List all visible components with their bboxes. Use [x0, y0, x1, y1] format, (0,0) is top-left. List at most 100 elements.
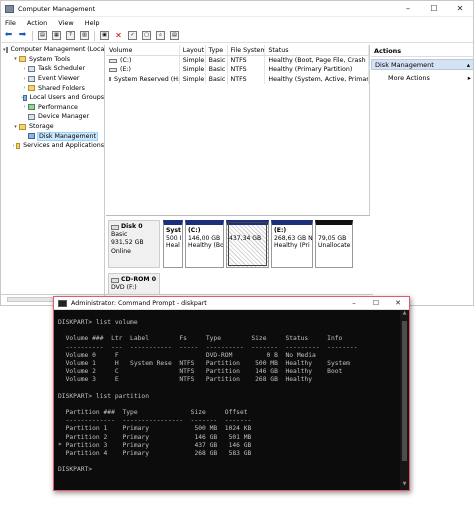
cdrom-0-drive: DVD (F:) — [111, 284, 137, 292]
console-line: Partition 2 Primary 146 GB 501 MB — [58, 433, 252, 441]
cmd-maximize-button[interactable]: ☐ — [365, 297, 387, 309]
tree-node-label: Disk Management — [36, 131, 99, 141]
console-line: Volume 2 C NTFS Partition 146 GB Healthy… — [58, 368, 343, 376]
column-header-volume[interactable]: Volume — [106, 45, 180, 55]
cm-titlebar[interactable]: Computer Management – ☐ ✕ — [1, 1, 473, 17]
tree-node[interactable]: Disk Management — [1, 131, 104, 141]
column-header-type[interactable]: Type — [206, 45, 228, 55]
search-icon[interactable]: ⌕ — [156, 31, 165, 40]
tree-node-label: Device Manager — [38, 113, 90, 121]
collapsed-chevron-icon[interactable]: › — [21, 85, 28, 91]
tree-node[interactable]: › Local Users and Groups — [1, 93, 104, 103]
column-header-file-system[interactable]: File System — [228, 45, 266, 55]
back-arrow-icon[interactable]: ⬅ — [4, 31, 13, 40]
collapsed-chevron-icon[interactable]: › — [21, 104, 28, 110]
open-icon[interactable]: ▢ — [142, 31, 151, 40]
console-tree-icon[interactable]: ▥ — [80, 31, 89, 40]
cmd-titlebar[interactable]: Administrator: Command Prompt - diskpart… — [54, 297, 409, 310]
tree-node[interactable]: ▾ Computer Management (Local — [1, 45, 104, 55]
check-icon[interactable]: ✓ — [128, 31, 137, 40]
partition-block[interactable]: (E:) 268,63 GB N Healthy (Pri — [271, 220, 313, 268]
tree-node[interactable]: ▾ System Tools — [1, 55, 104, 65]
delete-icon[interactable]: ✕ — [114, 31, 123, 40]
disk-0-info[interactable]: Disk 0 Basic 931,52 GB Online — [108, 220, 160, 268]
partition-block[interactable]: (C:) 146,00 GB Healthy (Bo — [185, 220, 224, 268]
storage-icon — [19, 123, 26, 130]
console-tree: ▾ Computer Management (Local ▾ System Tools… — [1, 45, 105, 298]
cmd-close-button[interactable]: ✕ — [387, 297, 409, 309]
scroll-up-icon[interactable]: ▲ — [400, 310, 409, 319]
collapsed-chevron-icon[interactable]: › — [21, 66, 28, 72]
scroll-down-icon[interactable]: ▼ — [400, 481, 409, 490]
view-icon[interactable]: ▤ — [170, 31, 179, 40]
volume-cell: Simple — [180, 74, 206, 84]
refresh-icon[interactable]: ▣ — [100, 31, 109, 40]
volume-list-header: Volume Layout Type File System Status — [106, 45, 369, 56]
command-prompt-window: Administrator: Command Prompt - diskpart… — [53, 296, 410, 491]
expanded-chevron-icon[interactable]: ▾ — [12, 56, 19, 62]
column-header-layout[interactable]: Layout — [180, 45, 206, 55]
disk-icon — [28, 133, 35, 140]
tree-node[interactable]: › Event Viewer — [1, 74, 104, 84]
actions-title: Actions — [371, 45, 474, 57]
properties-icon[interactable]: ▦ — [52, 31, 61, 40]
volume-row[interactable]: (C:) Simple Basic NTFS Healthy (Boot, Page F… — [106, 56, 369, 66]
actions-section-label: Disk Management — [375, 60, 434, 69]
tree-node[interactable]: › Services and Applications — [1, 141, 104, 151]
volume-icon — [109, 58, 117, 63]
cm-menubar: File Action View Help — [1, 17, 473, 29]
menu-file[interactable]: File — [5, 19, 16, 27]
tree-node-label: Task Scheduler — [38, 65, 86, 73]
partition-text: 146,00 GB — [188, 234, 221, 242]
maximize-button[interactable]: ☐ — [421, 1, 447, 16]
tree-node[interactable]: › Task Scheduler — [1, 64, 104, 74]
close-button[interactable]: ✕ — [447, 1, 473, 16]
services-icon — [15, 142, 21, 149]
tree-node-label: Services and Applications — [23, 142, 104, 150]
cmd-app-icon — [58, 299, 67, 307]
column-header-status[interactable]: Status — [265, 45, 369, 55]
volume-row[interactable]: System Reserved (H:) Simple Basic NTFS Healt… — [106, 74, 369, 84]
partition-text: 268,63 GB N — [274, 234, 313, 242]
actions-section-disk-management[interactable]: Disk Management ▴ — [371, 59, 474, 70]
show-hide-tree-icon[interactable]: ▤ — [38, 31, 47, 40]
collapse-up-icon[interactable]: ▴ — [467, 61, 470, 69]
tools-icon — [19, 56, 26, 63]
tree-node[interactable]: › Shared Folders — [1, 83, 104, 93]
partition-block[interactable]: 437,34 GB — [226, 220, 269, 268]
tree-node[interactable]: ▾ Storage — [1, 122, 104, 132]
cdrom-0-row: CD-ROM 0 DVD (F:) — [108, 273, 160, 294]
tree-node[interactable]: › Performance — [1, 103, 104, 113]
tree-node-label: Shared Folders — [38, 84, 85, 92]
computer-management-app-icon — [5, 4, 14, 13]
disk-0-label: Disk 0 — [121, 223, 143, 230]
partition-block[interactable]: 79,05 GB Unallocate — [315, 220, 353, 268]
console-line: DISKPART> list partition — [58, 392, 149, 400]
cmd-minimize-button[interactable]: – — [343, 297, 365, 309]
expanded-chevron-icon[interactable]: ▾ — [12, 124, 19, 130]
console-output[interactable]: DISKPART> list volume Volume ### Ltr Lab… — [54, 310, 401, 490]
tree-node[interactable]: Device Manager — [1, 112, 104, 122]
menu-view[interactable]: View — [58, 19, 73, 27]
minimize-button[interactable]: – — [395, 1, 421, 16]
cm-toolbar: ⬅ ➡ ▤ ▦ ? ▥ ▣ ✕ ✓ ▢ ⌕ ▤ — [1, 29, 473, 43]
cmd-vertical-scrollbar[interactable]: ▲ ▼ — [400, 310, 409, 490]
forward-arrow-icon[interactable]: ➡ — [18, 31, 27, 40]
partition-block[interactable]: Syst 500 I Heal — [163, 220, 183, 268]
cdrom-0-info[interactable]: CD-ROM 0 DVD (F:) — [108, 273, 160, 294]
menu-action[interactable]: Action — [27, 19, 47, 27]
volume-icon — [109, 77, 111, 82]
more-actions-item[interactable]: More Actions ▸ — [371, 72, 474, 83]
partition-text: 437,34 GB — [229, 234, 262, 242]
partition-text: (E:) — [274, 227, 287, 234]
menu-help[interactable]: Help — [85, 19, 100, 27]
volume-cell: System Reserved (H:) — [106, 74, 180, 84]
scrollbar-thumb[interactable] — [402, 321, 407, 461]
more-actions-label: More Actions — [388, 73, 430, 82]
volume-row[interactable]: (E:) Simple Basic NTFS Healthy (Primary Part… — [106, 65, 369, 75]
collapsed-chevron-icon[interactable]: › — [21, 76, 28, 82]
volume-cell: Basic — [206, 74, 228, 84]
help-icon[interactable]: ? — [66, 31, 75, 40]
volume-icon — [109, 67, 117, 72]
